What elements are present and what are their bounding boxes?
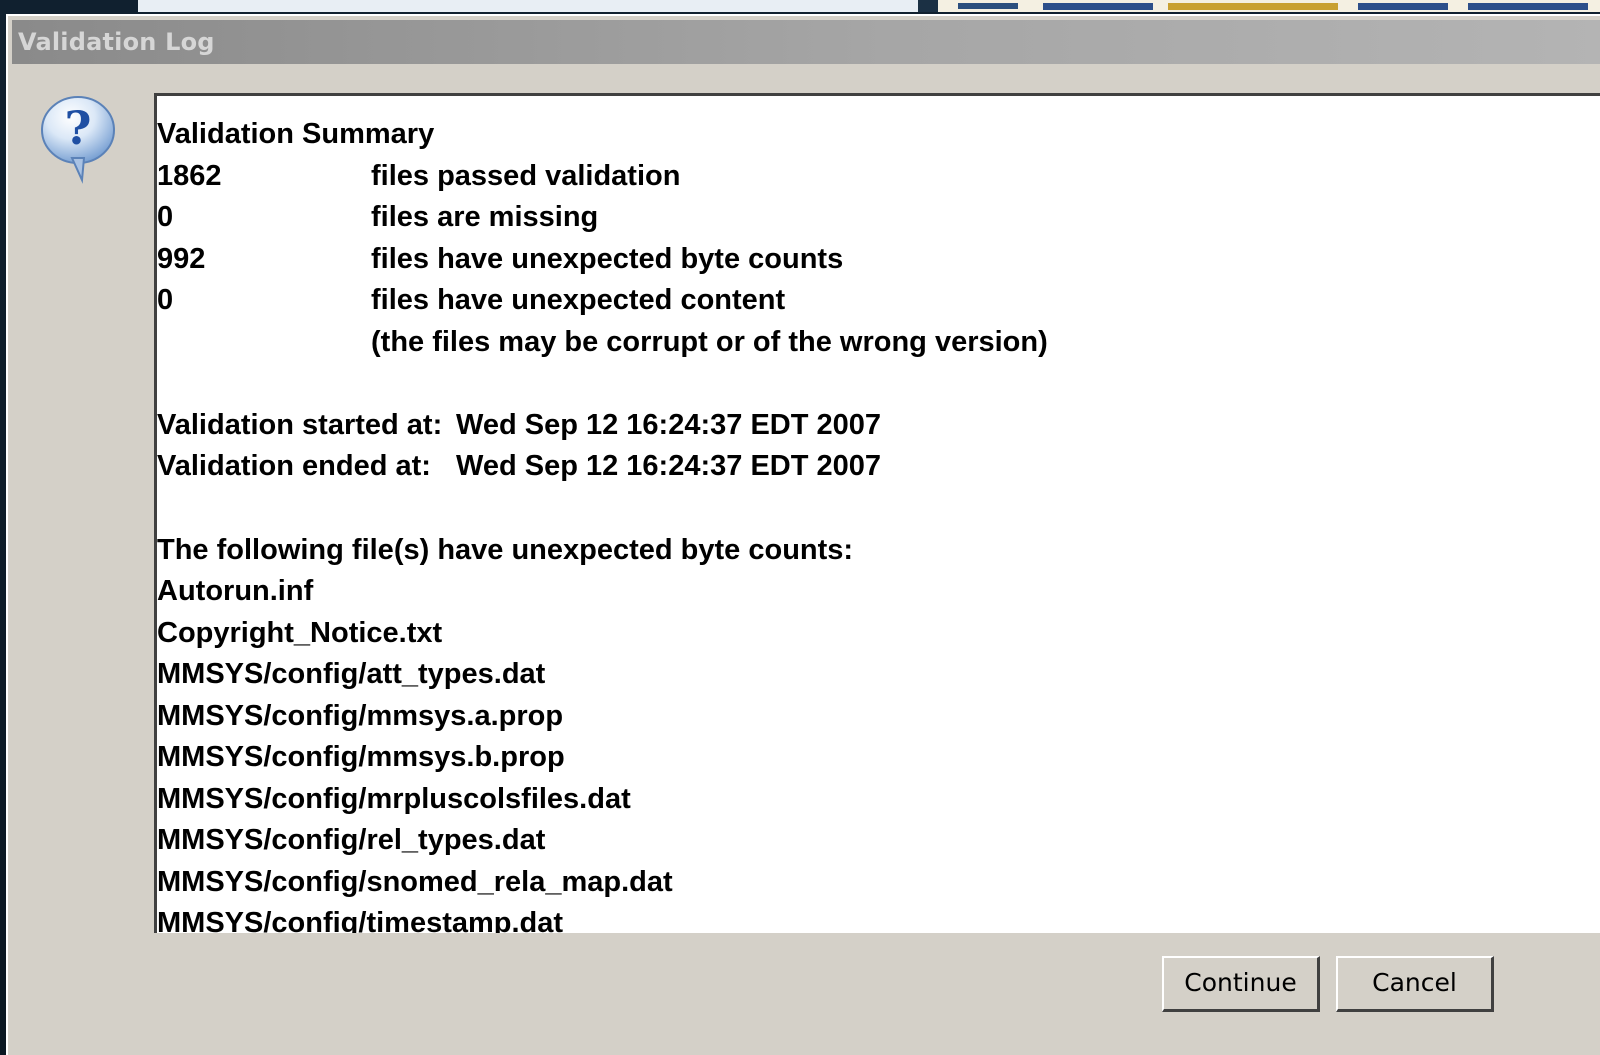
background-banner-word [1468, 3, 1588, 10]
started-value: Wed Sep 12 16:24:37 EDT 2007 [456, 409, 882, 441]
validation-log-text-area[interactable]: Validation Summary 1862 files passed val… [154, 93, 1600, 933]
ended-value: Wed Sep 12 16:24:37 EDT 2007 [456, 450, 882, 482]
ended-label: Validation ended at: [157, 450, 431, 482]
file-list-item: MMSYS/config/snomed_rela_map.dat [157, 866, 673, 898]
summary-note: (the files may be corrupt or of the wron… [371, 326, 1048, 358]
window-title: Validation Log [18, 28, 215, 56]
background-banner-word [1043, 3, 1153, 10]
summary-count: 0 [157, 284, 174, 316]
file-list-item: Autorun.inf [157, 575, 314, 607]
started-label: Validation started at: [157, 409, 443, 441]
summary-count: 0 [157, 201, 174, 233]
background-panel [138, 0, 918, 12]
file-list-item: MMSYS/config/att_types.dat [157, 658, 546, 690]
summary-label: files have unexpected content [371, 284, 786, 316]
file-list-item: MMSYS/config/timestamp.dat [157, 907, 564, 933]
file-list-item: MMSYS/config/mrpluscolsfiles.dat [157, 783, 631, 815]
validation-log-dialog: Validation Log ? Validation Summary 1862… [6, 14, 1600, 1055]
summary-label: files have unexpected byte counts [371, 243, 844, 275]
background-banner-mark [958, 3, 1018, 9]
summary-count: 1862 [157, 160, 222, 192]
file-list-item: MMSYS/config/mmsys.b.prop [157, 741, 565, 773]
question-icon: ? [38, 94, 118, 186]
summary-label: files passed validation [371, 160, 681, 192]
summary-heading: Validation Summary [157, 118, 435, 150]
file-list-item: MMSYS/config/rel_types.dat [157, 824, 546, 856]
summary-label: files are missing [371, 201, 599, 233]
question-glyph: ? [65, 101, 92, 155]
background-window-strip [138, 0, 1600, 12]
file-list-item: MMSYS/config/mmsys.a.prop [157, 700, 564, 732]
title-bar[interactable]: Validation Log [12, 20, 1600, 64]
background-banner-word [1358, 3, 1448, 10]
cancel-button[interactable]: Cancel [1336, 956, 1494, 1012]
continue-button[interactable]: Continue [1162, 956, 1320, 1012]
unexpected-files-heading: The following file(s) have unexpected by… [157, 534, 854, 566]
file-list-item: Copyright_Notice.txt [157, 617, 443, 649]
background-banner-word [1168, 3, 1338, 10]
summary-count: 992 [157, 243, 206, 275]
